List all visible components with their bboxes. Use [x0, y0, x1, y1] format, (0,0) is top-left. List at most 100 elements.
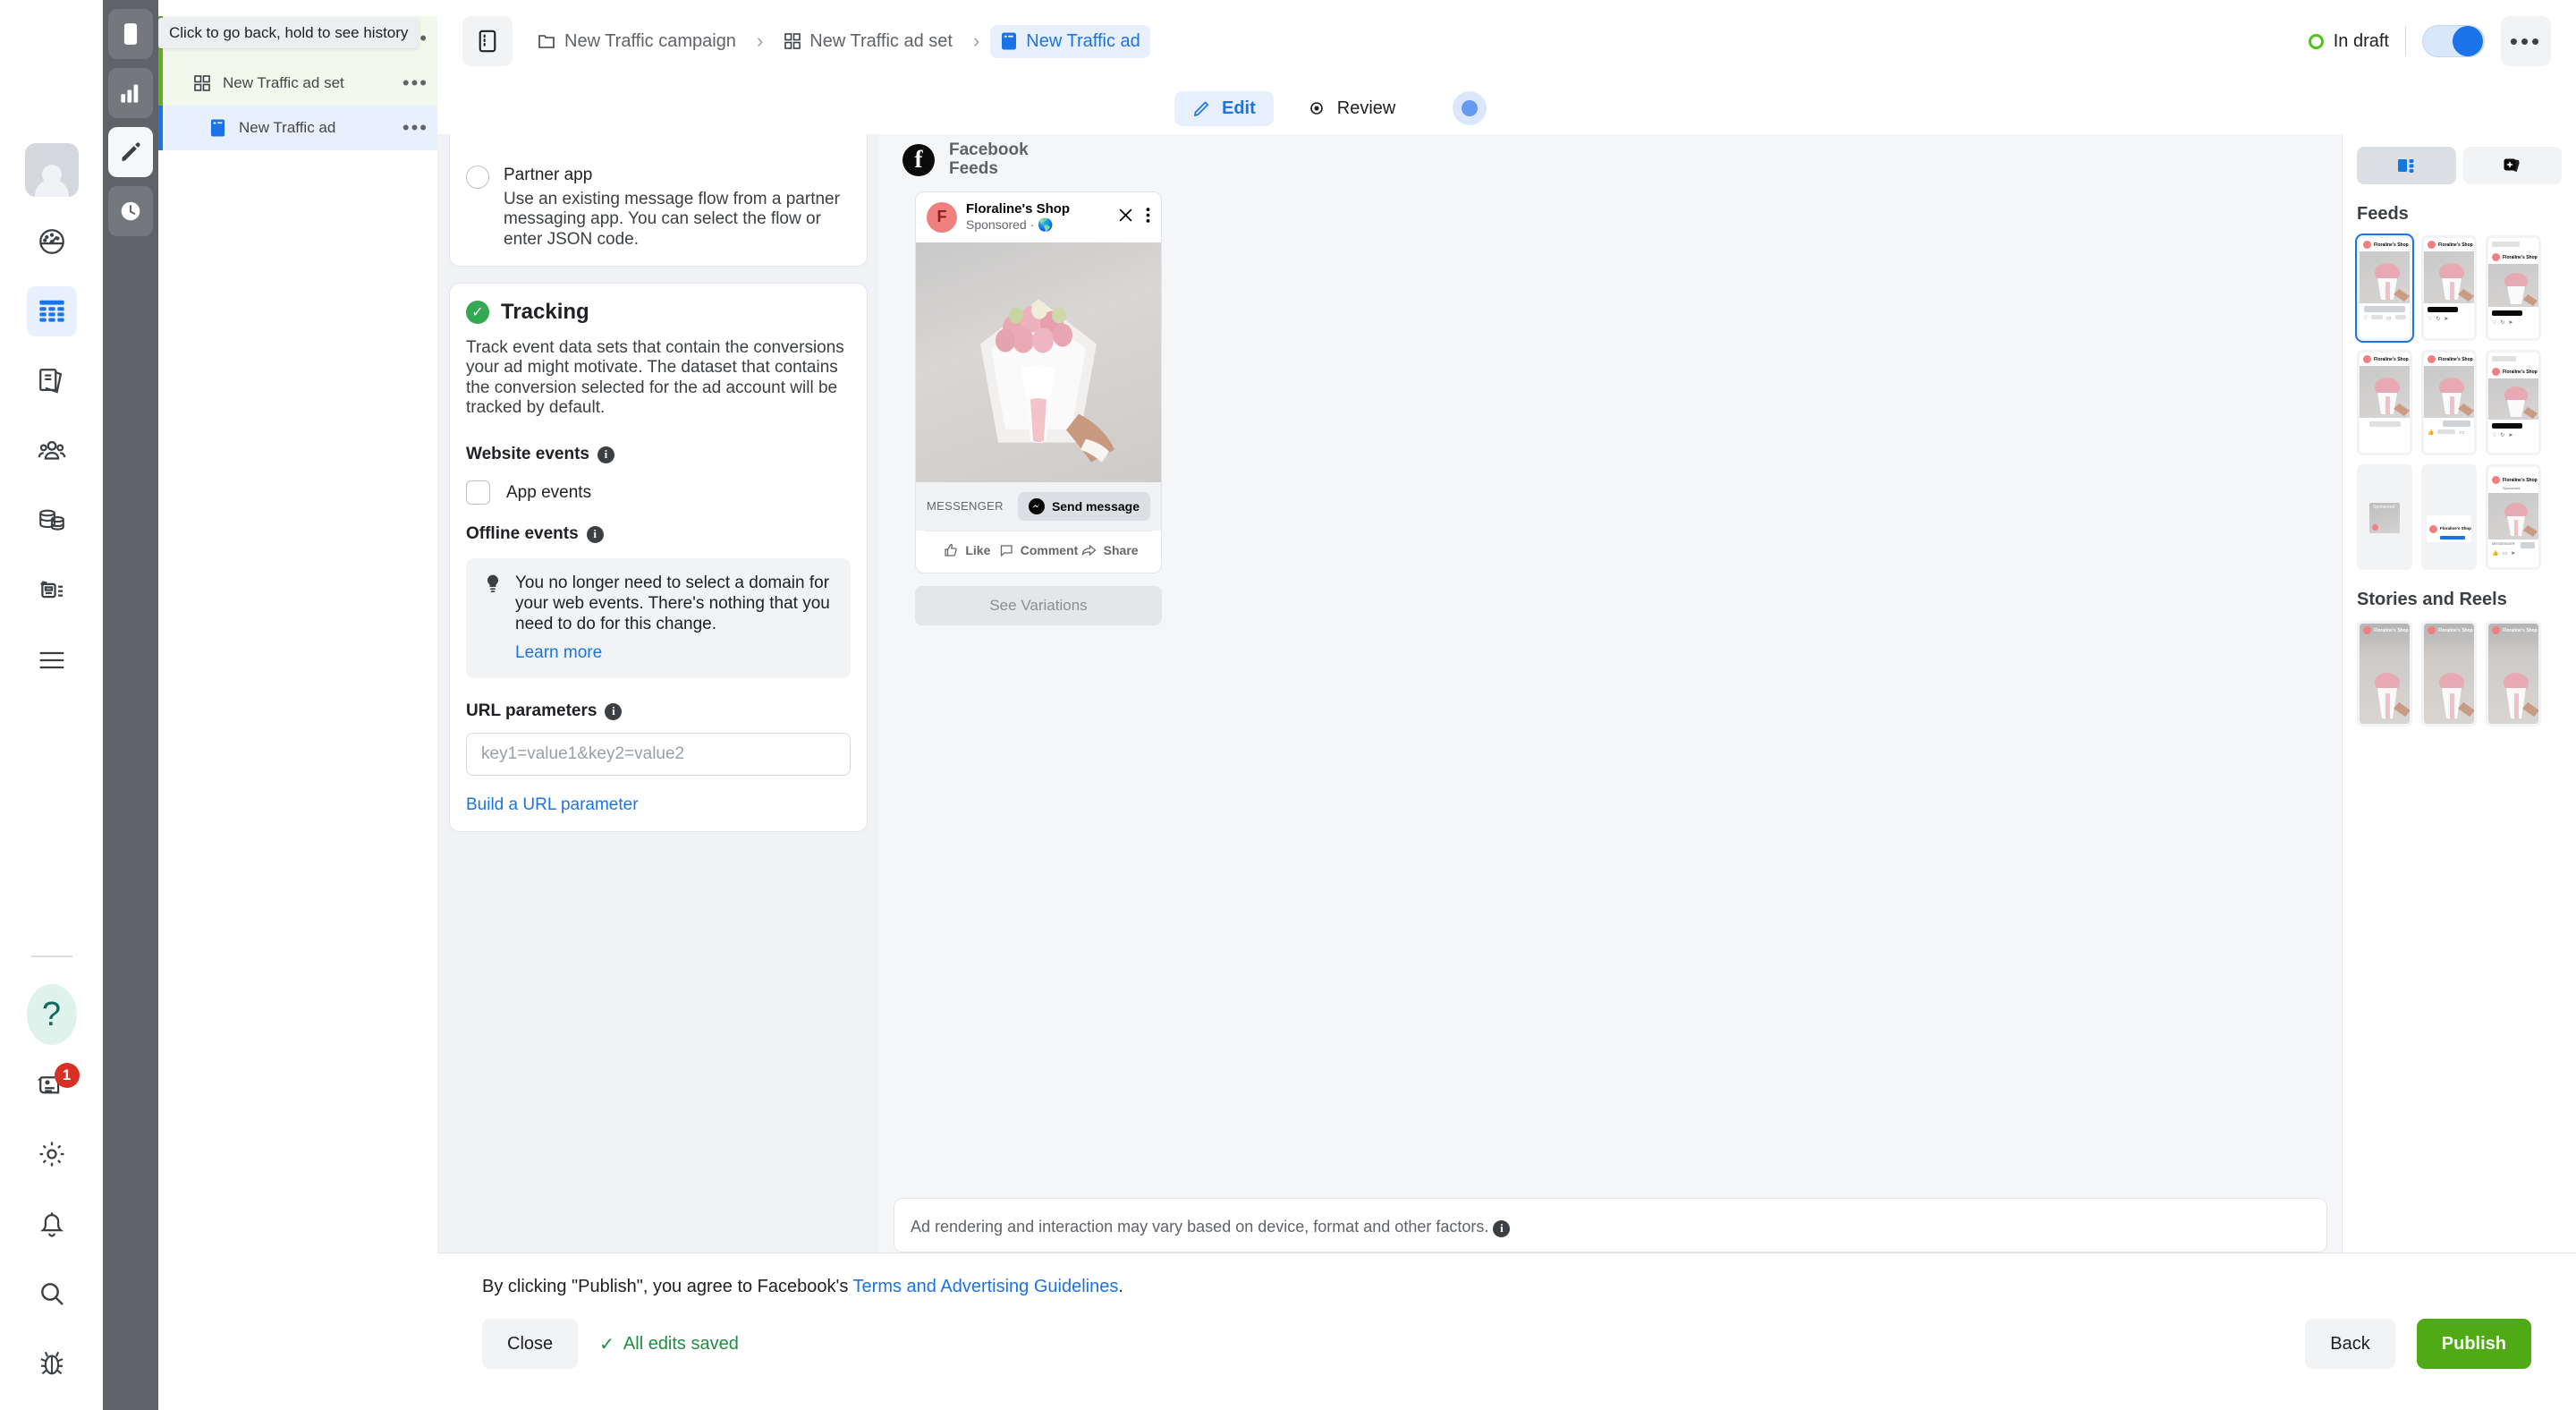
- preview-cta-row: MESSENGER Send message: [916, 481, 1161, 531]
- thumb-page-name: Floraline's Shop: [2503, 254, 2538, 260]
- placement-thumbnail[interactable]: Floraline's Shop ✕: [2486, 621, 2541, 726]
- bouquet-illustration: [980, 299, 1114, 463]
- speedometer-icon[interactable]: [27, 217, 77, 267]
- info-icon[interactable]: i: [605, 702, 623, 720]
- bell-icon[interactable]: [27, 1199, 77, 1249]
- placement-thumbnail[interactable]: Sponsored: [2357, 464, 2412, 570]
- thumb-page-name: Floraline's Shop: [2374, 627, 2409, 633]
- ad-active-toggle[interactable]: [2422, 25, 2485, 57]
- table-icon[interactable]: [26, 286, 77, 336]
- like-button[interactable]: Like: [936, 537, 999, 564]
- kebab-menu-icon[interactable]: [1146, 207, 1150, 227]
- partner-app-option[interactable]: Partner app Use an existing message flow…: [466, 164, 851, 250]
- catalog-icon[interactable]: [27, 565, 77, 616]
- terms-link[interactable]: Terms and Advertising Guidelines: [853, 1277, 1119, 1296]
- app-events-checkbox[interactable]: [466, 480, 490, 505]
- preview-indicator-dot: [1453, 91, 1487, 125]
- tree-item-adset[interactable]: New Traffic ad set •••: [158, 61, 437, 106]
- edit-button[interactable]: [108, 127, 153, 177]
- tree-status-bar: [158, 61, 163, 106]
- menu-icon[interactable]: [27, 635, 77, 685]
- footer-bar: By clicking "Publish", you agree to Face…: [437, 1253, 2576, 1410]
- placement-thumbnail[interactable]: Floraline's Shop ••• ♡▭: [2355, 234, 2414, 343]
- ai-variations-button[interactable]: [2462, 147, 2562, 184]
- placement-thumbnail[interactable]: Floraline's Shop ✕: [2421, 621, 2477, 726]
- thumb-sponsored-label: Sponsored: [2373, 505, 2395, 510]
- tab-edit[interactable]: Edit: [1174, 90, 1274, 126]
- help-icon[interactable]: ?: [26, 984, 77, 1045]
- placement-thumbnail[interactable]: Floraline's Shop ✕: [2357, 621, 2412, 726]
- ads-manager-window: ? 1 New Traffic ad set ••• New Traffic a…: [0, 0, 2576, 1410]
- info-icon[interactable]: i: [597, 446, 614, 463]
- like-label: Like: [965, 542, 991, 557]
- placement-thumbnail[interactable]: Floraline's Shop••• 👍▭: [2421, 350, 2477, 455]
- back-button[interactable]: [108, 9, 153, 59]
- tracking-header: ✓ Tracking: [466, 300, 851, 325]
- learn-more-link[interactable]: Learn more: [515, 643, 834, 663]
- thumb-sponsored-label: Sponsored: [2503, 486, 2521, 490]
- cta-platform-label: MESSENGER: [927, 499, 1004, 514]
- offline-events-label: Offline events i: [466, 524, 851, 544]
- partner-app-description: Use an existing message flow from a part…: [504, 190, 840, 249]
- build-url-parameter-link[interactable]: Build a URL parameter: [466, 795, 639, 815]
- tab-review[interactable]: Review: [1288, 91, 1414, 126]
- tree-item-more-button[interactable]: •••: [402, 118, 428, 138]
- placement-thumbnail[interactable]: Floraline's Shop••• ♡↻➤: [2486, 235, 2541, 341]
- back-button[interactable]: Back: [2305, 1319, 2395, 1369]
- info-icon[interactable]: i: [1493, 1219, 1511, 1237]
- back-button-tooltip: Click to go back, hold to see history: [158, 18, 419, 48]
- share-button[interactable]: Share: [1078, 537, 1141, 564]
- partner-app-radio[interactable]: [466, 166, 489, 189]
- close-icon[interactable]: [1118, 208, 1133, 227]
- thumb-page-name: Floraline's Shop: [2438, 242, 2473, 248]
- news-icon[interactable]: 1: [27, 1059, 80, 1109]
- ad-creative-image: [916, 242, 1161, 482]
- info-icon[interactable]: i: [586, 525, 604, 543]
- placement-thumbnail[interactable]: Floraline's Shop••• ♡↻➤: [2486, 350, 2541, 455]
- sparkle-cards-icon: [2504, 158, 2520, 172]
- gear-icon[interactable]: [27, 1129, 77, 1179]
- thumbs-up-icon: [945, 543, 958, 556]
- bug-icon[interactable]: [27, 1338, 77, 1389]
- adset-icon: [191, 74, 214, 92]
- avatar[interactable]: [24, 143, 79, 197]
- thumb-cta-label: MESSENGER: [2492, 541, 2515, 546]
- library-icon[interactable]: [27, 356, 77, 406]
- preview-social-row: Like Comment Share: [925, 530, 1152, 573]
- datasets-icon[interactable]: [27, 496, 77, 546]
- tree-item-ad[interactable]: New Traffic ad •••: [158, 106, 437, 150]
- url-parameters-input[interactable]: [466, 733, 851, 777]
- placement-thumbnail[interactable]: Floraline's Shop••• ♡↻➤: [2421, 235, 2477, 341]
- pencil-icon: [1193, 101, 1209, 117]
- messaging-destination-card: Partner app Use an existing message flow…: [449, 134, 868, 268]
- breadcrumb-campaign[interactable]: New Traffic campaign: [527, 25, 746, 58]
- placement-view-button[interactable]: [2357, 147, 2456, 184]
- comment-button[interactable]: Comment: [999, 537, 1078, 564]
- send-message-button[interactable]: Send message: [1017, 491, 1150, 521]
- placement-thumbnail[interactable]: Floraline's Shop•••: [2357, 350, 2412, 455]
- chart-button[interactable]: [108, 68, 153, 118]
- tree-item-more-button[interactable]: •••: [402, 73, 428, 93]
- placement-thumbnail[interactable]: Floraline's Shop Sponsored ✕ ⋮ MESSENGER…: [2486, 464, 2541, 570]
- see-variations-button[interactable]: See Variations: [915, 585, 1162, 625]
- tracking-card: ✓ Tracking Track event data sets that co…: [449, 283, 868, 833]
- edit-review-tabs: Edit Review: [437, 82, 2576, 134]
- breadcrumb-ad[interactable]: New Traffic ad: [990, 24, 1150, 58]
- terms-suffix: .: [1118, 1277, 1123, 1296]
- facebook-icon: f: [902, 143, 935, 176]
- panel-toggle-icon[interactable]: [462, 16, 513, 66]
- render-note-text: Ad rendering and interaction may vary ba…: [911, 1217, 1489, 1236]
- breadcrumb-adset[interactable]: New Traffic ad set: [774, 25, 962, 58]
- more-options-button[interactable]: •••: [2501, 16, 2551, 66]
- rail-divider: [30, 956, 72, 957]
- ad-preview-panel: f Facebook Feeds F Floraline's Shop Spon…: [879, 134, 2342, 1253]
- toggle-knob: [2453, 26, 2483, 56]
- publish-button[interactable]: Publish: [2416, 1319, 2531, 1369]
- history-button[interactable]: [108, 186, 153, 236]
- app-events-row[interactable]: App events: [466, 480, 851, 505]
- audience-icon[interactable]: [27, 426, 77, 476]
- placement-thumbnail[interactable]: Floraline's Shop: [2421, 464, 2477, 570]
- thumb-page-name: Floraline's Shop: [2503, 369, 2538, 375]
- search-icon[interactable]: [27, 1269, 77, 1319]
- close-button[interactable]: Close: [482, 1319, 579, 1369]
